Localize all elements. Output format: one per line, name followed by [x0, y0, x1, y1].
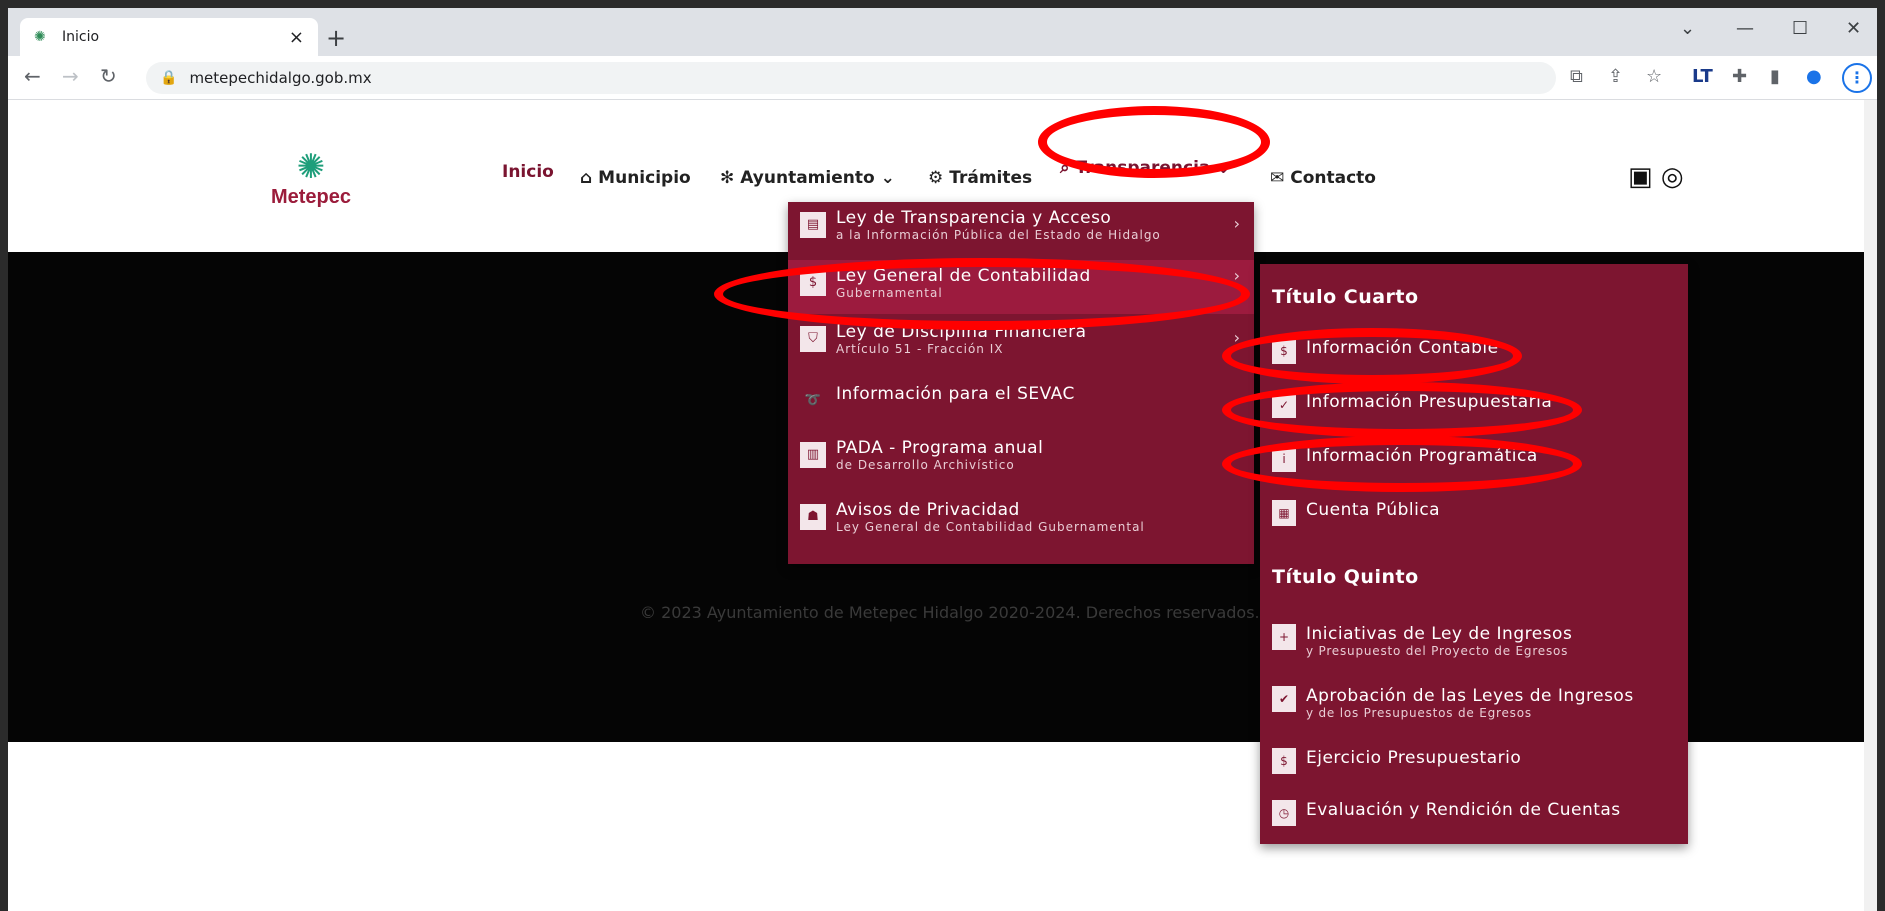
menu-item-avisos-privacidad[interactable]: ☗ Avisos de Privacidad Ley General de Co…	[788, 500, 1254, 552]
menu-item-title: Avisos de Privacidad	[836, 500, 1020, 520]
facebook-icon[interactable]: ▣	[1628, 162, 1653, 192]
submenu-item-aprobacion[interactable]: ✔ Aprobación de las Leyes de Ingresos y …	[1272, 686, 1634, 720]
nav-tramites-label: Trámites	[949, 168, 1033, 188]
new-tab-button[interactable]: +	[326, 24, 346, 52]
profile-icon[interactable]: ●	[1806, 66, 1822, 87]
address-bar[interactable]: 🔒 metepechidalgo.gob.mx	[146, 62, 1556, 94]
submenu-item-title: Ejercicio Presupuestario	[1306, 748, 1522, 768]
submenu-item-title: Aprobación de las Leyes de Ingresos	[1306, 686, 1634, 706]
chevron-right-icon: ›	[1233, 214, 1240, 233]
menu-item-title: Ley de Transparencia y Acceso	[836, 208, 1112, 228]
submenu-item-ejercicio[interactable]: $ Ejercicio Presupuestario	[1272, 748, 1521, 774]
annotation-ring-transparencia	[1038, 106, 1270, 178]
submenu-item-title: Cuenta Pública	[1306, 500, 1441, 520]
annotation-ring-presupuestaria	[1222, 382, 1582, 438]
sidepanel-icon[interactable]: ▮	[1770, 66, 1780, 87]
browser-toolbar: ← → ↻ 🔒 metepechidalgo.gob.mx ⧉ ⇪ ☆ LT ✚…	[8, 56, 1877, 100]
instagram-icon[interactable]: ◎	[1661, 162, 1684, 192]
submenu-item-cuenta-publica[interactable]: ▦ Cuenta Pública	[1272, 500, 1440, 526]
menu-item-title: PADA - Programa anual	[836, 438, 1044, 458]
annotation-ring-programatica	[1222, 436, 1582, 492]
lock-icon[interactable]: 🔒	[160, 70, 177, 86]
nav-ayuntamiento-label: Ayuntamiento	[740, 168, 875, 188]
nav-tramites[interactable]: ⚙ Trámites	[928, 168, 1032, 188]
browser-window: ✺ Inicio × + ⌄ — ☐ ✕ ← → ↻ 🔒 metepechida…	[0, 0, 1885, 911]
menu-item-title: Información para el SEVAC	[836, 384, 1075, 404]
nav-municipio-label: Municipio	[598, 168, 691, 188]
document-ledger-icon: ▦	[1272, 500, 1296, 526]
document-shield-icon: ⛉	[800, 326, 826, 352]
gears-icon: ⚙	[928, 168, 944, 188]
submenu-item-subtitle: y de los Presupuestos de Egresos	[1306, 706, 1532, 720]
building-icon: ⌂	[580, 168, 593, 188]
minimize-icon[interactable]: —	[1736, 18, 1754, 39]
document-plus-icon: +	[1272, 624, 1296, 650]
site-logo[interactable]: ✺ Metepec	[266, 148, 356, 218]
nav-ayuntamiento[interactable]: ✻ Ayuntamiento ⌄	[720, 168, 895, 188]
forward-icon[interactable]: →	[62, 64, 79, 88]
tab-strip: ✺ Inicio × + ⌄ — ☐ ✕	[8, 8, 1877, 56]
agave-icon: ✻	[720, 168, 735, 188]
document-clock-icon: ◷	[1272, 800, 1296, 826]
share-icon[interactable]: ⇪	[1608, 66, 1623, 87]
logo-text: Metepec	[270, 186, 352, 208]
menu-item-subtitle: Artículo 51 - Fracción IX	[836, 342, 1004, 356]
extension-lt-icon[interactable]: LT	[1692, 66, 1713, 87]
nav-municipio[interactable]: ⌂ Municipio	[580, 168, 691, 188]
annotation-ring-contable	[1222, 328, 1522, 384]
web-page: ✺ Metepec Inicio ⌂ Municipio ✻ Ayuntamient…	[8, 100, 1877, 911]
puzzle-icon[interactable]: ✚	[1732, 66, 1747, 87]
maximize-icon[interactable]: ☐	[1792, 18, 1808, 39]
submenu-item-title: Evaluación y Rendición de Cuentas	[1306, 800, 1621, 820]
social-links: ▣ ◎	[1628, 162, 1684, 192]
browser-tab[interactable]: ✺ Inicio ×	[20, 18, 318, 56]
menu-icon[interactable]: ⋮	[1842, 63, 1872, 93]
submenu-item-evaluacion[interactable]: ◷ Evaluación y Rendición de Cuentas	[1272, 800, 1621, 826]
transparencia-dropdown: ▤ Ley de Transparencia y Acceso a la Inf…	[788, 202, 1254, 564]
submenu-heading-titulo-cuarto: Título Cuarto	[1272, 286, 1419, 308]
nav-inicio[interactable]: Inicio	[502, 162, 554, 182]
translate-icon[interactable]: ⧉	[1570, 66, 1583, 87]
reload-icon[interactable]: ↻	[100, 64, 117, 88]
menu-item-subtitle: Ley General de Contabilidad Gubernamenta…	[836, 520, 1145, 534]
menu-item-sevac[interactable]: ➰ Información para el SEVAC	[788, 384, 1254, 424]
menu-item-subtitle: a la Información Pública del Estado de H…	[836, 228, 1161, 242]
close-window-icon[interactable]: ✕	[1846, 18, 1861, 39]
chevron-down-icon: ⌄	[880, 168, 895, 188]
page-scrollbar[interactable]	[1864, 100, 1877, 911]
menu-item-pada[interactable]: ▥ PADA - Programa anual de Desarrollo Ar…	[788, 438, 1254, 486]
favicon-icon: ✺	[34, 29, 46, 45]
nav-contacto-label: Contacto	[1290, 168, 1376, 188]
document-coins-icon: $	[1272, 748, 1296, 774]
agave-logo-icon: ✺	[296, 147, 326, 187]
submenu-heading-titulo-quinto: Título Quinto	[1272, 566, 1419, 588]
document-search-icon: ▤	[800, 212, 826, 238]
url-text: metepechidalgo.gob.mx	[189, 69, 372, 87]
menu-item-ley-transparencia[interactable]: ▤ Ley de Transparencia y Acceso a la Inf…	[788, 208, 1254, 256]
back-icon[interactable]: ←	[24, 64, 41, 88]
document-user-icon: ☗	[800, 504, 826, 530]
contact-icon: ✉	[1270, 168, 1285, 188]
submenu-item-title: Iniciativas de Ley de Ingresos	[1306, 624, 1573, 644]
document-approve-icon: ✔	[1272, 686, 1296, 712]
annotation-ring-contabilidad	[714, 258, 1250, 330]
menu-item-subtitle: de Desarrollo Archivístico	[836, 458, 1015, 472]
copyright-text: © 2023 Ayuntamiento de Metepec Hidalgo 2…	[640, 603, 1260, 622]
tab-search-icon[interactable]: ⌄	[1680, 18, 1695, 39]
tab-title: Inicio	[62, 29, 100, 45]
nav-contacto[interactable]: ✉ Contacto	[1270, 168, 1376, 188]
star-icon[interactable]: ☆	[1646, 66, 1662, 87]
submenu-item-subtitle: y Presupuesto del Proyecto de Egresos	[1306, 644, 1569, 658]
close-tab-icon[interactable]: ×	[289, 27, 304, 48]
mexico-map-icon: ➰	[804, 393, 822, 408]
document-archive-icon: ▥	[800, 442, 826, 468]
submenu-item-iniciativas[interactable]: + Iniciativas de Ley de Ingresos y Presu…	[1272, 624, 1572, 658]
